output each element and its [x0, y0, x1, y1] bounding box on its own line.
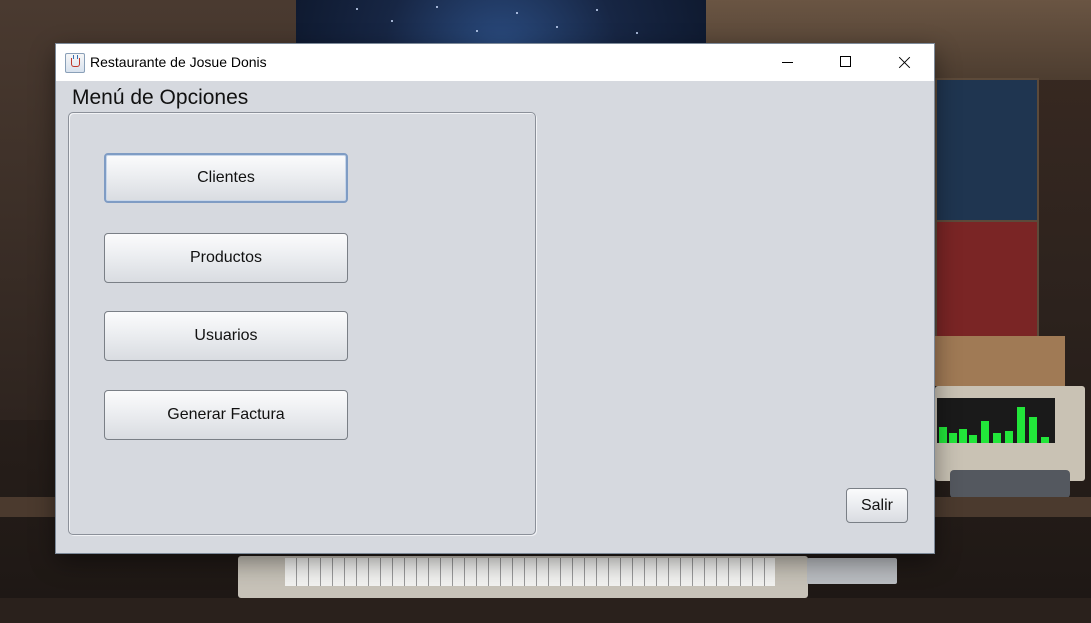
minimize-button[interactable]	[758, 44, 816, 81]
wallpaper-floor	[0, 598, 1091, 623]
menu-title: Menú de Opciones	[72, 86, 249, 109]
wallpaper-keys	[285, 558, 775, 586]
close-button[interactable]	[874, 44, 932, 81]
generar-factura-button[interactable]: Generar Factura	[104, 390, 348, 440]
usuarios-button[interactable]: Usuarios	[104, 311, 348, 361]
wallpaper-device	[807, 558, 897, 584]
wallpaper-star-map	[296, 0, 706, 45]
clientes-button[interactable]: Clientes	[104, 153, 348, 203]
window-content: Menú de Opciones Clientes Productos Usua…	[56, 81, 934, 553]
menu-options-panel: Clientes Productos Usuarios Generar Fact…	[68, 112, 536, 535]
wallpaper-drum-machine	[950, 470, 1070, 498]
app-window: Restaurante de Josue Donis Menú de Opcio…	[56, 44, 934, 553]
title-bar[interactable]: Restaurante de Josue Donis	[56, 44, 934, 81]
salir-button[interactable]: Salir	[846, 488, 908, 523]
productos-button[interactable]: Productos	[104, 233, 348, 283]
window-title: Restaurante de Josue Donis	[90, 54, 267, 70]
maximize-button[interactable]	[816, 44, 874, 81]
wallpaper-synth-rack	[935, 78, 1039, 222]
java-app-icon[interactable]	[65, 53, 85, 73]
wallpaper-wood-case	[935, 336, 1065, 386]
wallpaper-synth-module	[935, 220, 1039, 339]
wallpaper-equalizer	[937, 398, 1055, 443]
